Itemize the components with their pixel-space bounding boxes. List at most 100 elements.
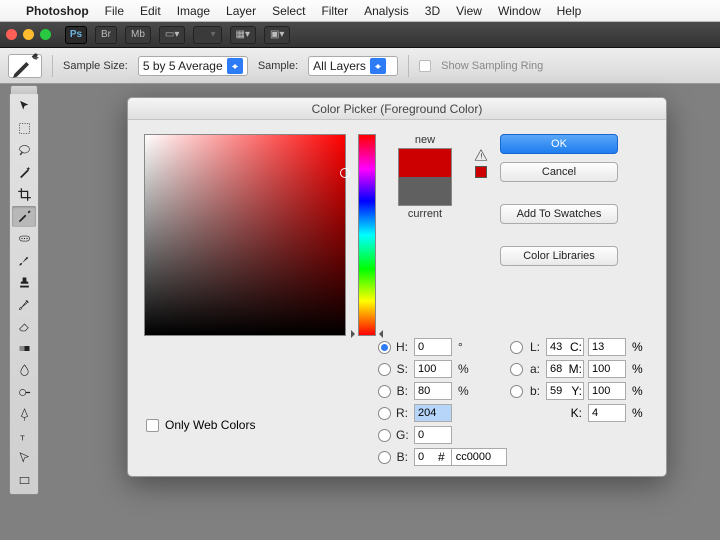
input-b-hsb[interactable] bbox=[414, 382, 452, 400]
workspace: T Color Picker (Foreground Color) new cu… bbox=[0, 84, 720, 540]
input-c[interactable] bbox=[588, 338, 626, 356]
sample-size-select[interactable]: 5 by 5 Average bbox=[138, 56, 248, 76]
new-color-swatch bbox=[399, 149, 451, 177]
input-r[interactable] bbox=[414, 404, 452, 422]
color-libraries-button[interactable]: Color Libraries bbox=[500, 246, 618, 266]
move-tool[interactable] bbox=[12, 96, 36, 117]
stamp-tool[interactable] bbox=[12, 272, 36, 293]
options-bar: Sample Size: 5 by 5 Average Sample: All … bbox=[0, 48, 720, 84]
eyedropper-icon bbox=[9, 50, 41, 82]
wand-tool[interactable] bbox=[12, 162, 36, 183]
path-select-tool[interactable] bbox=[12, 448, 36, 469]
radio-g[interactable] bbox=[378, 429, 391, 442]
menu-edit[interactable]: Edit bbox=[140, 4, 161, 18]
radio-a[interactable] bbox=[510, 363, 523, 376]
menu-layer[interactable]: Layer bbox=[226, 4, 256, 18]
marquee-tool[interactable] bbox=[12, 118, 36, 139]
hex-label: # bbox=[438, 450, 445, 464]
input-k[interactable] bbox=[588, 404, 626, 422]
dodge-tool[interactable] bbox=[12, 382, 36, 403]
menu-window[interactable]: Window bbox=[498, 4, 541, 18]
radio-b-lab[interactable] bbox=[510, 385, 523, 398]
input-s[interactable] bbox=[414, 360, 452, 378]
zoom-level[interactable]: ▾ bbox=[193, 26, 221, 44]
input-g[interactable] bbox=[414, 426, 452, 444]
blur-tool[interactable] bbox=[12, 360, 36, 381]
show-sampling-ring-label: Show Sampling Ring bbox=[441, 60, 543, 72]
radio-r[interactable] bbox=[378, 407, 391, 420]
sample-size-value: 5 by 5 Average bbox=[143, 59, 223, 73]
websafe-warning-icon[interactable] bbox=[475, 166, 487, 178]
gamut-warning-icon[interactable]: ! bbox=[474, 148, 488, 162]
menu-file[interactable]: File bbox=[105, 4, 124, 18]
eyedropper-tool[interactable] bbox=[12, 206, 36, 227]
minibridge-button[interactable]: Mb bbox=[125, 26, 151, 44]
sample-select[interactable]: All Layers bbox=[308, 56, 398, 76]
radio-s[interactable] bbox=[378, 363, 391, 376]
input-h[interactable] bbox=[414, 338, 452, 356]
only-web-colors-label: Only Web Colors bbox=[165, 418, 255, 432]
cancel-button[interactable]: Cancel bbox=[500, 162, 618, 182]
sample-size-label: Sample Size: bbox=[63, 60, 128, 72]
cmyk-fields: C:% M:% Y:% K:% bbox=[566, 338, 646, 422]
menu-3d[interactable]: 3D bbox=[425, 4, 440, 18]
crop-tool[interactable] bbox=[12, 184, 36, 205]
sample-label: Sample: bbox=[258, 60, 298, 72]
type-tool[interactable]: T bbox=[12, 426, 36, 447]
toolbox: T bbox=[9, 92, 39, 495]
screen-mode-button[interactable]: ▭▾ bbox=[159, 26, 185, 44]
menu-analysis[interactable]: Analysis bbox=[364, 4, 409, 18]
add-to-swatches-button[interactable]: Add To Swatches bbox=[500, 204, 618, 224]
current-color-swatch bbox=[399, 177, 451, 205]
color-picker-dialog: Color Picker (Foreground Color) new curr… bbox=[127, 97, 667, 477]
input-m[interactable] bbox=[588, 360, 626, 378]
history-brush-tool[interactable] bbox=[12, 294, 36, 315]
rectangle-tool[interactable] bbox=[12, 470, 36, 491]
input-y[interactable] bbox=[588, 382, 626, 400]
divider bbox=[408, 55, 409, 77]
radio-h[interactable] bbox=[378, 341, 391, 354]
menu-app[interactable]: Photoshop bbox=[26, 4, 89, 18]
input-hex[interactable] bbox=[451, 448, 507, 466]
warnings: ! bbox=[474, 134, 488, 336]
sample-value: All Layers bbox=[313, 59, 366, 73]
pen-tool[interactable] bbox=[12, 404, 36, 425]
svg-text:T: T bbox=[20, 433, 25, 442]
extras-button[interactable]: ▣▾ bbox=[264, 26, 290, 44]
menu-help[interactable]: Help bbox=[557, 4, 582, 18]
hue-slider[interactable] bbox=[358, 134, 376, 336]
healing-tool[interactable] bbox=[12, 228, 36, 249]
color-marker[interactable] bbox=[340, 168, 350, 178]
photoshop-logo-icon: Ps bbox=[65, 26, 87, 44]
svg-text:!: ! bbox=[480, 154, 482, 161]
menu-image[interactable]: Image bbox=[177, 4, 210, 18]
lasso-tool[interactable] bbox=[12, 140, 36, 161]
bridge-button[interactable]: Br bbox=[95, 26, 117, 44]
window-zoom[interactable] bbox=[40, 29, 51, 40]
app-bar: Ps Br Mb ▭▾ ▾ ▦▾ ▣▾ bbox=[0, 22, 720, 48]
eraser-tool[interactable] bbox=[12, 316, 36, 337]
color-swatch[interactable] bbox=[398, 148, 452, 206]
gradient-tool[interactable] bbox=[12, 338, 36, 359]
arrange-button[interactable]: ▦▾ bbox=[230, 26, 256, 44]
radio-b-rgb[interactable] bbox=[378, 451, 391, 464]
window-minimize[interactable] bbox=[23, 29, 34, 40]
menu-view[interactable]: View bbox=[456, 4, 482, 18]
dialog-title: Color Picker (Foreground Color) bbox=[128, 98, 666, 120]
tool-preset-eyedropper[interactable] bbox=[8, 54, 42, 78]
current-label: current bbox=[408, 208, 442, 220]
ok-button[interactable]: OK bbox=[500, 134, 618, 154]
only-web-colors-checkbox[interactable] bbox=[146, 419, 159, 432]
radio-l[interactable] bbox=[510, 341, 523, 354]
divider bbox=[52, 55, 53, 77]
show-sampling-ring-checkbox[interactable] bbox=[419, 60, 431, 72]
radio-b-hsb[interactable] bbox=[378, 385, 391, 398]
system-menubar: Photoshop File Edit Image Layer Select F… bbox=[0, 0, 720, 22]
menu-select[interactable]: Select bbox=[272, 4, 305, 18]
color-field[interactable] bbox=[144, 134, 346, 336]
brush-tool[interactable] bbox=[12, 250, 36, 271]
color-preview: new current bbox=[388, 134, 462, 336]
new-label: new bbox=[415, 134, 435, 146]
menu-filter[interactable]: Filter bbox=[321, 4, 348, 18]
window-close[interactable] bbox=[6, 29, 17, 40]
